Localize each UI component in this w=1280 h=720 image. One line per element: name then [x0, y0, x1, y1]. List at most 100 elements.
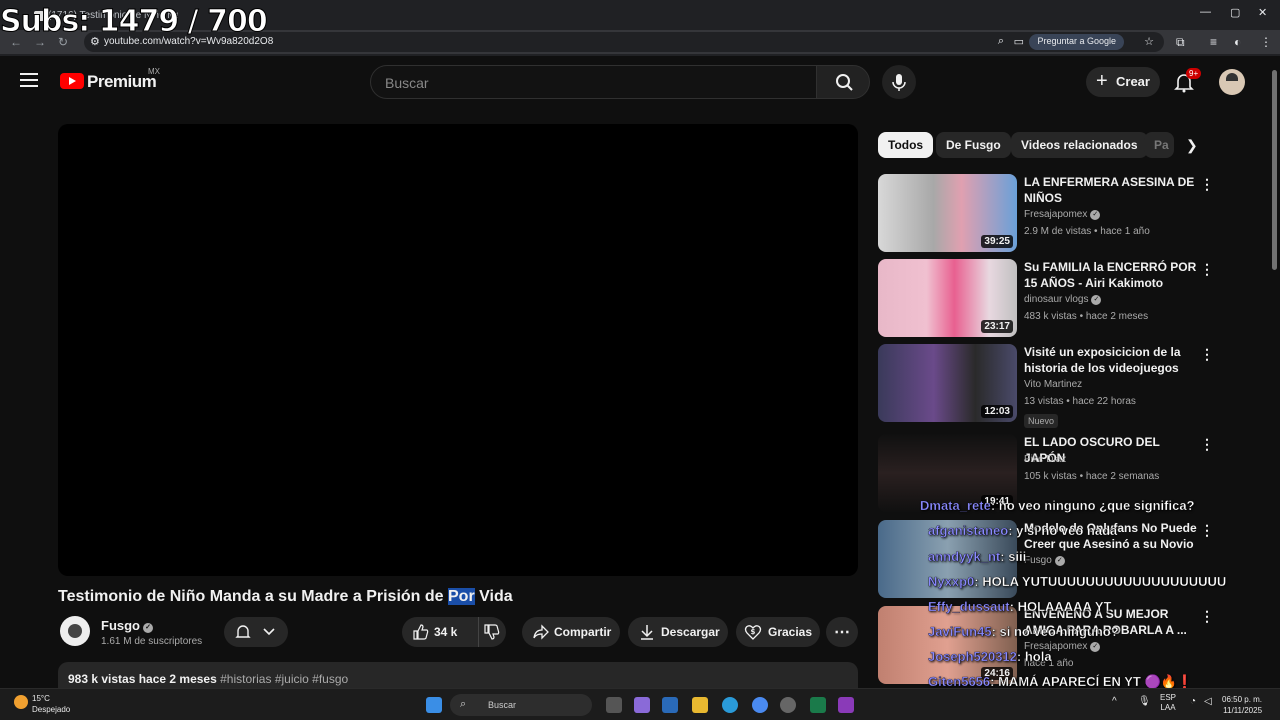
- chip-todos[interactable]: Todos: [878, 132, 934, 158]
- volume-icon[interactable]: ◁: [1204, 696, 1212, 707]
- rec-channel[interactable]: Fusgo ✓: [1024, 555, 1065, 566]
- rec-title[interactable]: LA ENFERMERA ASESINA DE NIÑOS: [1024, 174, 1204, 206]
- channel-name-text[interactable]: Fusgo: [101, 618, 140, 633]
- store-icon[interactable]: [662, 697, 678, 713]
- rec-channel-name[interactable]: Fresajapomex: [1024, 209, 1087, 220]
- create-button[interactable]: + Crear: [1086, 67, 1160, 97]
- close-icon[interactable]: ✕: [1258, 6, 1267, 19]
- bookmark-star-icon[interactable]: ☆: [1144, 35, 1154, 48]
- chat-text: : y si no veo nada: [1008, 523, 1118, 538]
- subs-overlay: Subs: 1479 / 700: [0, 4, 268, 40]
- chrome-icon[interactable]: [752, 697, 768, 713]
- channel-name[interactable]: Fusgo ✓: [101, 618, 153, 633]
- tab-search-icon[interactable]: ≡: [1210, 35, 1217, 49]
- share-label: Compartir: [554, 625, 612, 639]
- rec-channel[interactable]: Vito Martinez: [1024, 379, 1082, 390]
- microphone-tray-icon[interactable]: 🎙: [1138, 696, 1151, 707]
- rec-channel-name[interactable]: Fusgo: [1024, 555, 1052, 566]
- edge-icon[interactable]: [722, 697, 738, 713]
- lang-layout: LAA: [1160, 703, 1176, 712]
- profile-icon[interactable]: ◐: [1234, 35, 1241, 49]
- taskbar-search-label: Buscar: [488, 700, 517, 710]
- verified-check-icon: ✓: [1090, 210, 1101, 220]
- chat-user: anndyyk_nt: [928, 549, 1001, 564]
- download-button[interactable]: Descargar: [628, 617, 728, 647]
- chat-text: : siii: [1000, 549, 1027, 564]
- rec-channel[interactable]: Pike Diaz: [1024, 454, 1066, 465]
- copilot-icon[interactable]: [634, 697, 650, 713]
- more-vertical-icon[interactable]: ⋮: [1200, 522, 1214, 539]
- share-button[interactable]: Compartir: [522, 617, 620, 647]
- menu-icon[interactable]: [20, 73, 38, 87]
- search-button[interactable]: [816, 65, 870, 99]
- maximize-icon[interactable]: ▢: [1230, 6, 1240, 19]
- extensions-icon[interactable]: ⧉: [1176, 35, 1185, 50]
- chat-text: : no veo ninguno ¿que significa?: [990, 498, 1195, 513]
- more-vertical-icon[interactable]: ⋮: [1200, 261, 1214, 278]
- chat-text: : HOLA YUTUUUUUUUUUUUUUUUUUUU: [974, 574, 1227, 589]
- chip-videos-relacionados[interactable]: Videos relacionados: [1011, 132, 1148, 158]
- task-view-icon[interactable]: [606, 697, 622, 713]
- weather-widget[interactable]: 15°C Despejado: [14, 693, 70, 715]
- subscribe-bell-button[interactable]: [224, 617, 288, 647]
- tray-chevron-icon[interactable]: ^: [1112, 696, 1117, 707]
- ask-google-button[interactable]: Preguntar a Google: [1029, 34, 1124, 50]
- taskbar-search[interactable]: ⌕ Buscar: [450, 694, 592, 716]
- excel-icon[interactable]: [810, 697, 826, 713]
- rec-channel[interactable]: Fresajapomex ✓: [1024, 209, 1101, 220]
- chat-user: Dmata_rete: [920, 498, 991, 513]
- more-actions-button[interactable]: ⋯: [826, 617, 858, 647]
- minimize-icon[interactable]: —: [1200, 6, 1211, 18]
- thumbnail[interactable]: 24:16: [878, 606, 1017, 684]
- scrollbar-thumb[interactable]: [1272, 70, 1277, 270]
- like-button[interactable]: 34 k: [402, 617, 478, 647]
- obs-icon[interactable]: [780, 697, 796, 713]
- windows-start-icon[interactable]: [426, 697, 442, 713]
- recommendation-item[interactable]: 23:17 Su FAMILIA la ENCERRÓ POR 15 AÑOS …: [878, 259, 1218, 339]
- lang-code: ESP: [1160, 693, 1177, 702]
- chip-partial[interactable]: Pa: [1144, 132, 1174, 158]
- channel-avatar[interactable]: [60, 616, 90, 646]
- create-label: Crear: [1116, 74, 1150, 89]
- rec-channel[interactable]: dinosaur vlogs ✓: [1024, 294, 1102, 305]
- duration-badge: 12:03: [981, 405, 1013, 418]
- thumbnail[interactable]: 12:03: [878, 344, 1017, 422]
- wifi-icon[interactable]: ◔: [1190, 696, 1196, 707]
- thumbs-down-icon: [484, 624, 500, 640]
- system-clock[interactable]: 06:50 p. m. 11/11/2025: [1222, 694, 1262, 716]
- thumbnail[interactable]: 23:17: [878, 259, 1017, 337]
- thanks-button[interactable]: $ Gracias: [736, 617, 820, 647]
- app-icon[interactable]: [838, 697, 854, 713]
- zoom-icon[interactable]: ⌕: [998, 35, 1004, 48]
- hashtags[interactable]: #historias #juicio #fusgo: [220, 672, 348, 686]
- browser-menu-icon[interactable]: ⋮: [1260, 35, 1272, 49]
- rec-title[interactable]: Su FAMILIA la ENCERRÓ POR 15 AÑOS - Airi…: [1024, 259, 1204, 291]
- video-title: Testimonio de Niño Manda a su Madre a Pr…: [58, 588, 513, 606]
- youtube-header: Premium MX Buscar + Crear 9+: [0, 56, 1280, 108]
- recommendation-item[interactable]: 39:25 LA ENFERMERA ASESINA DE NIÑOS Fres…: [878, 174, 1218, 254]
- user-avatar[interactable]: [1219, 69, 1245, 95]
- more-vertical-icon[interactable]: ⋮: [1200, 436, 1214, 453]
- thumbnail[interactable]: 39:25: [878, 174, 1017, 252]
- microphone-icon: [892, 74, 906, 91]
- more-vertical-icon[interactable]: ⋮: [1200, 176, 1214, 193]
- rec-title[interactable]: Visité un exposicicion de la historia de…: [1024, 344, 1204, 376]
- heart-dollar-icon: $: [744, 625, 762, 640]
- video-player[interactable]: [58, 124, 858, 576]
- file-explorer-icon[interactable]: [692, 697, 708, 713]
- language-indicator[interactable]: ESP LAA: [1160, 693, 1176, 713]
- voice-search-button[interactable]: [882, 65, 916, 99]
- more-vertical-icon[interactable]: ⋮: [1200, 346, 1214, 363]
- svg-text:$: $: [751, 628, 756, 636]
- duration-badge: 39:25: [981, 235, 1013, 248]
- chip-de-fusgo[interactable]: De Fusgo: [936, 132, 1011, 158]
- more-horizontal-icon: ⋯: [834, 624, 850, 641]
- rec-channel-name[interactable]: dinosaur vlogs: [1024, 294, 1088, 305]
- search-input[interactable]: Buscar: [370, 65, 817, 99]
- recommendation-item[interactable]: 12:03 Visité un exposicicion de la histo…: [878, 344, 1218, 428]
- chevron-right-icon[interactable]: ❯: [1186, 137, 1198, 154]
- chat-user: JaviFun45: [928, 624, 992, 639]
- dislike-button[interactable]: [478, 617, 506, 647]
- cast-icon[interactable]: ▭: [1014, 35, 1024, 48]
- more-vertical-icon[interactable]: ⋮: [1200, 608, 1214, 625]
